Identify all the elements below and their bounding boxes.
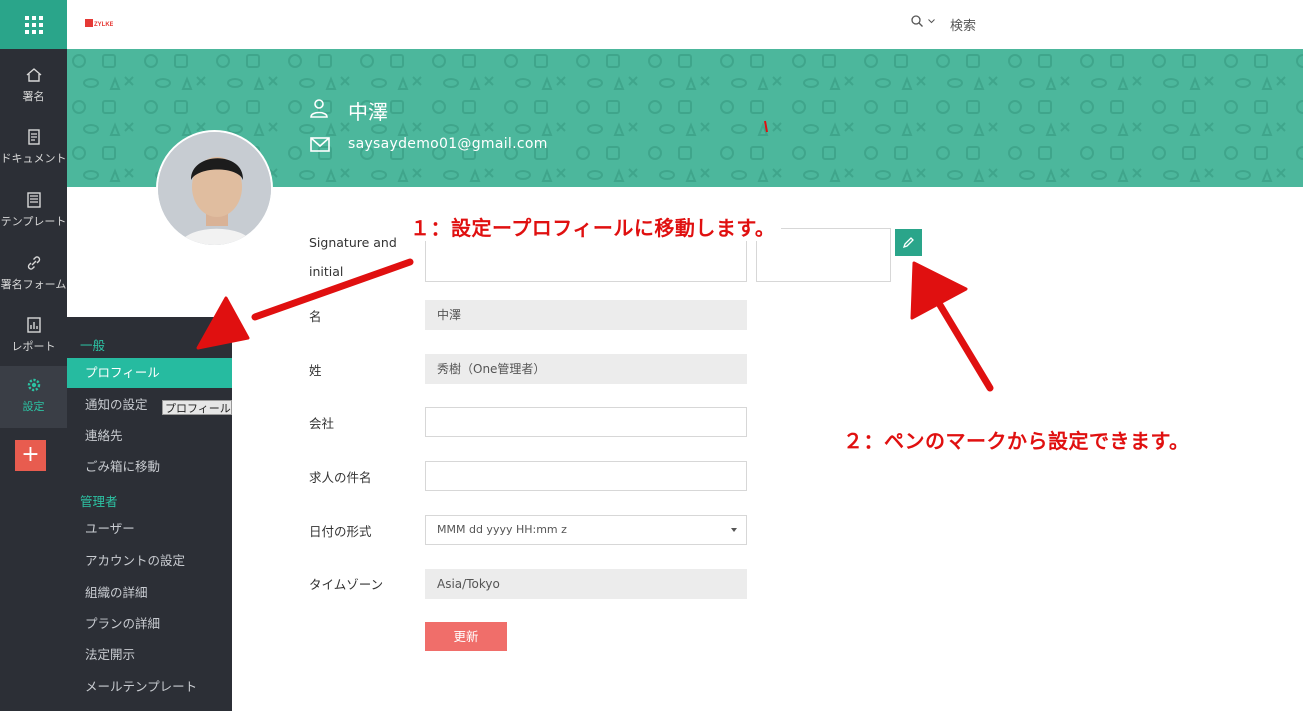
menu-item-users[interactable]: ユーザー bbox=[67, 514, 232, 544]
chevron-down-icon bbox=[928, 18, 935, 23]
rail-item-label: 署名 bbox=[22, 90, 45, 103]
rail-item-label: テンプレート bbox=[0, 215, 67, 228]
job-title-field[interactable] bbox=[425, 461, 747, 491]
last-name-field: 秀樹（One管理者） bbox=[425, 354, 747, 384]
caret-down-icon bbox=[731, 528, 737, 532]
search-icon bbox=[911, 15, 923, 27]
avatar[interactable] bbox=[156, 130, 273, 247]
rail-item-templates[interactable]: テンプレート bbox=[0, 181, 67, 243]
search-label[interactable]: 検索 bbox=[950, 15, 976, 34]
signature-label-line2: initial bbox=[309, 264, 344, 279]
edit-signature-button[interactable] bbox=[895, 229, 922, 256]
rail-item-sign[interactable]: 署名 bbox=[0, 56, 67, 118]
link-icon bbox=[27, 256, 40, 270]
report-icon bbox=[26, 317, 41, 333]
rail-item-label: 署名フォーム bbox=[0, 278, 67, 291]
rail-item-settings[interactable]: 設定 bbox=[0, 366, 67, 428]
menu-section-admin: 管理者 bbox=[80, 494, 118, 509]
menu-item-account-settings[interactable]: アカウントの設定 bbox=[67, 546, 232, 576]
rail-item-sign-forms[interactable]: 署名フォーム bbox=[0, 244, 67, 306]
grid-icon bbox=[24, 15, 43, 34]
menu-item-trash[interactable]: ごみ箱に移動 bbox=[67, 452, 232, 482]
menu-section-general: 一般 bbox=[80, 338, 106, 353]
company-label: 会社 bbox=[309, 416, 335, 431]
menu-item-contacts[interactable]: 連絡先 bbox=[67, 421, 232, 451]
menu-item-plan-details[interactable]: プランの詳細 bbox=[67, 609, 232, 639]
svg-text:ZYLKER: ZYLKER bbox=[94, 22, 113, 28]
user-icon bbox=[310, 99, 328, 118]
document-icon bbox=[27, 129, 40, 145]
profile-name: 中澤 bbox=[348, 100, 388, 124]
profile-email: saysaydemo01@gmail.com bbox=[348, 136, 548, 152]
date-format-select[interactable]: MMM dd yyyy HH:mm z bbox=[425, 515, 747, 545]
search-dropdown[interactable] bbox=[910, 14, 935, 28]
arrow-to-pen-button bbox=[910, 261, 994, 392]
first-name-field: 中澤 bbox=[425, 300, 747, 330]
settings-menu: 一般 プロフィール 通知の設定 連絡先 ごみ箱に移動 管理者 ユーザー アカウン… bbox=[67, 317, 232, 711]
annotation-step-1: １：設定ープロフィールに移動します。 bbox=[404, 212, 782, 241]
menu-item-org-details[interactable]: 組織の詳細 bbox=[67, 578, 232, 608]
update-button[interactable]: 更新 bbox=[425, 622, 507, 651]
logo: ZYLKER bbox=[85, 19, 113, 28]
tooltip: プロフィール bbox=[162, 400, 232, 415]
date-format-value: MMM dd yyyy HH:mm z bbox=[437, 523, 567, 536]
company-field[interactable] bbox=[425, 407, 747, 437]
home-icon bbox=[26, 68, 41, 82]
signature-label: Signature and bbox=[309, 235, 397, 250]
rail-item-label: ドキュメント bbox=[0, 152, 67, 165]
avatar-photo bbox=[158, 132, 271, 245]
add-button[interactable]: + bbox=[15, 440, 46, 471]
rail-item-label: レポート bbox=[11, 340, 56, 353]
timezone-label: タイムゾーン bbox=[309, 577, 384, 592]
gear-icon bbox=[27, 378, 40, 392]
menu-item-email-templates[interactable]: メールテンプレート bbox=[67, 672, 232, 702]
first-name-label: 名 bbox=[309, 309, 322, 324]
menu-item-legal-disclosure[interactable]: 法定開示 bbox=[67, 640, 232, 670]
last-name-label: 姓 bbox=[309, 363, 322, 378]
top-header: ZYLKER 検索 bbox=[67, 0, 1303, 49]
menu-item-profile[interactable]: プロフィール bbox=[67, 358, 232, 388]
mail-icon bbox=[310, 137, 330, 152]
app-launcher-button[interactable] bbox=[0, 0, 67, 49]
template-icon bbox=[26, 192, 41, 208]
pencil-icon bbox=[902, 237, 914, 249]
rail-item-documents[interactable]: ドキュメント bbox=[0, 118, 67, 180]
rail-item-label: 設定 bbox=[22, 400, 45, 413]
job-title-label: 求人の件名 bbox=[309, 470, 372, 485]
date-format-label: 日付の形式 bbox=[309, 524, 372, 539]
app-rail: 署名 ドキュメント テンプレート 署名フォーム レポート 設定 + bbox=[0, 0, 67, 711]
rail-item-reports[interactable]: レポート bbox=[0, 306, 67, 368]
annotation-step-2: ２：ペンのマークから設定できます。 bbox=[843, 429, 1190, 453]
timezone-field: Asia/Tokyo bbox=[425, 569, 747, 599]
